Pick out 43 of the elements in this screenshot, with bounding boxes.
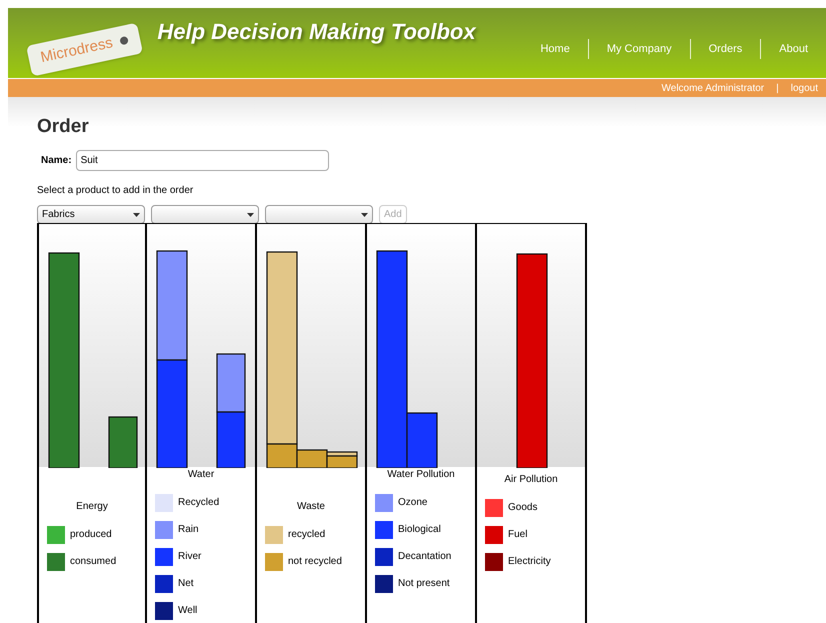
caret-icon: [133, 212, 140, 216]
legend-title: Water: [186, 468, 216, 482]
logo-tag: Microdress: [26, 22, 144, 76]
legend-label: not recycled: [288, 555, 342, 569]
legend-title: Water Pollution: [386, 468, 456, 482]
legend-label: produced: [70, 528, 112, 542]
legend-label: recycled: [288, 528, 326, 542]
legend-label: Electricity: [508, 555, 551, 569]
bar: [108, 416, 138, 468]
legend-label: River: [178, 550, 202, 564]
legend-label: Well: [178, 604, 198, 618]
legend-label: Decantation: [398, 550, 452, 564]
separator-text: |: [776, 82, 779, 96]
app-title: Help Decision Making Toolbox: [157, 18, 476, 46]
caret-icon: [361, 212, 368, 216]
logout-link[interactable]: logout: [790, 80, 818, 96]
legend-label: Rain: [178, 523, 199, 537]
nav-link[interactable]: Orders: [690, 40, 760, 58]
nav-link[interactable]: About: [761, 40, 826, 58]
legend-label: consumed: [70, 555, 116, 569]
legend-label: Biological: [398, 523, 441, 537]
legend-label: Goods: [508, 501, 538, 515]
legend-title: Waste: [296, 500, 326, 514]
legend-title: Energy: [75, 500, 109, 514]
legend-label: Not present: [398, 577, 450, 591]
legend-label: Ozone: [398, 496, 428, 510]
legend-label: Fuel: [508, 528, 528, 542]
bar: [326, 451, 358, 468]
product-dropdown[interactable]: [151, 205, 259, 224]
legend-title: Air Pollution: [503, 473, 559, 487]
product-dropdown[interactable]: [265, 205, 373, 224]
legend-label: Net: [178, 577, 194, 591]
welcome-text: Welcome Administrator: [662, 82, 764, 96]
name-label: Name:: [41, 154, 72, 168]
product-dropdown[interactable]: Fabrics: [37, 205, 145, 224]
tag-hole-icon: [120, 36, 130, 46]
caret-icon: [247, 212, 254, 216]
nav-link[interactable]: My Company: [588, 40, 690, 58]
name-field[interactable]: Suit: [76, 150, 329, 171]
legend-label: Recycled: [178, 496, 220, 510]
nav-link[interactable]: Home: [522, 40, 588, 58]
page-heading: Order: [37, 117, 90, 136]
instruction-text: Select a product to add in the order: [37, 184, 194, 198]
